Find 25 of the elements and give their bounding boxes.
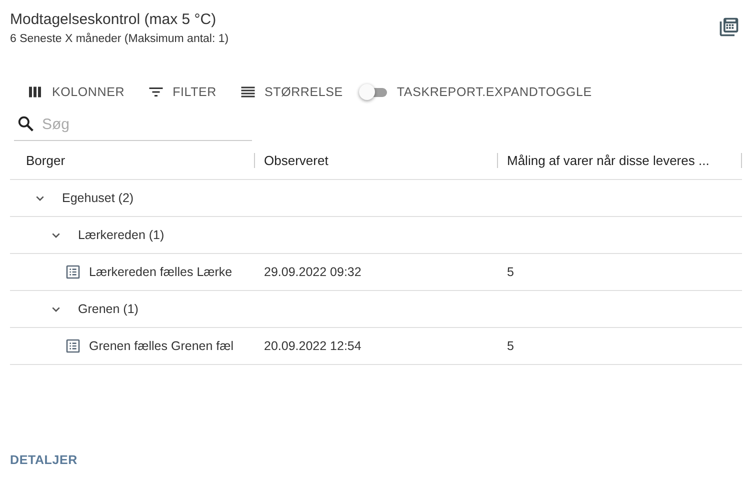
toggle-label: TASKREPORT.EXPANDTOGGLE	[396, 85, 592, 99]
table-cell: 20.09.2022 12:54	[264, 339, 362, 353]
calculator-icon	[718, 16, 740, 38]
table-cell: 5	[507, 265, 514, 279]
calculator-button[interactable]	[718, 16, 740, 38]
column-header[interactable]: Måling af varer når disse leveres ...	[498, 152, 710, 168]
toolbar-button[interactable]: STØRRELSE	[232, 81, 349, 103]
group-label: Lærkereden (1)	[78, 228, 164, 242]
toggle-switch[interactable]	[358, 84, 387, 100]
list-icon	[65, 264, 81, 280]
table-cell: 29.09.2022 09:32	[264, 265, 362, 279]
report-title: Modtagelseskontrol (max 5 °C)	[10, 10, 218, 30]
search-icon	[16, 114, 36, 134]
table-cell: Lærkereden fælles Lærke	[89, 265, 232, 279]
table-cell: 5	[507, 339, 514, 353]
column-header[interactable]: Borger	[10, 152, 66, 168]
column-header[interactable]: Observeret	[255, 152, 328, 168]
details-link[interactable]: DETALJER	[10, 453, 78, 467]
toolbar-button[interactable]: FILTER	[140, 81, 222, 103]
group-label: Egehuset (2)	[62, 191, 134, 205]
group-label: Grenen (1)	[78, 302, 138, 316]
toolbar-button[interactable]: KOLONNER	[20, 81, 131, 103]
table-cell: Grenen fælles Grenen fæl	[89, 339, 234, 353]
list-icon	[65, 338, 81, 354]
report-subtitle: 6 Seneste X måneder (Maksimum antal: 1)	[10, 32, 229, 47]
